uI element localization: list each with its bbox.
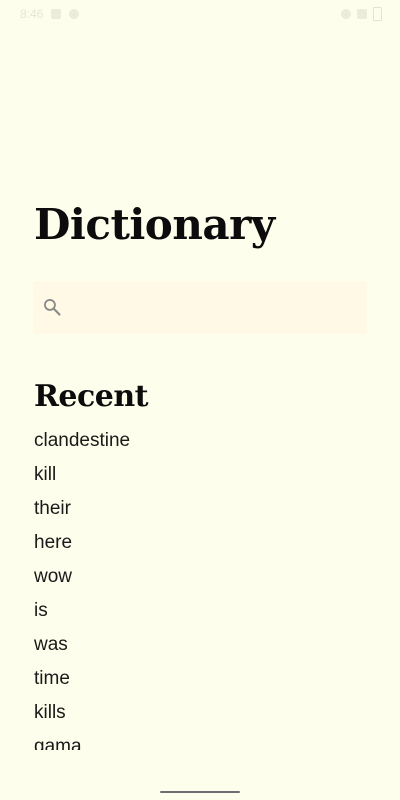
recent-item[interactable]: clandestine <box>0 424 400 458</box>
recent-item[interactable]: kill <box>0 458 400 492</box>
notification-icon <box>51 9 62 19</box>
recent-item[interactable]: kills <box>0 696 400 730</box>
wifi-icon <box>341 9 351 19</box>
recent-item[interactable]: here <box>0 526 400 560</box>
status-time: 8:46 <box>20 7 44 21</box>
recent-item[interactable]: time <box>0 662 400 696</box>
search-icon[interactable] <box>42 297 62 317</box>
recent-list[interactable]: clandestine kill their here wow is was t… <box>0 424 400 750</box>
status-right <box>341 7 382 21</box>
signal-icon <box>357 9 367 19</box>
status-bar: 8:46 <box>0 0 400 28</box>
status-left: 8:46 <box>20 7 80 21</box>
home-indicator[interactable] <box>160 791 240 793</box>
search-bar[interactable] <box>33 281 367 334</box>
recent-item[interactable]: gama <box>0 730 400 750</box>
settings-icon <box>69 9 80 19</box>
recent-heading: Recent <box>34 379 149 414</box>
recent-item[interactable]: is <box>0 594 400 628</box>
recent-item[interactable]: wow <box>0 560 400 594</box>
battery-icon <box>373 7 382 21</box>
page-title: Dictionary <box>34 200 275 249</box>
search-input[interactable] <box>77 281 357 334</box>
recent-item[interactable]: was <box>0 628 400 662</box>
recent-item[interactable]: their <box>0 492 400 526</box>
